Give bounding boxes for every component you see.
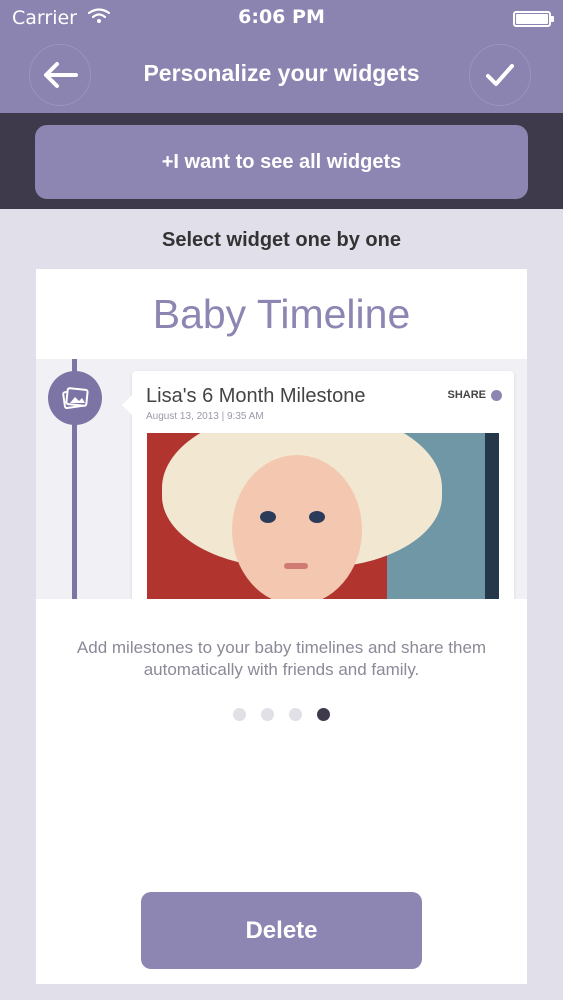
share-icon — [491, 389, 502, 401]
page-dot[interactable] — [289, 708, 302, 721]
widget-title: Baby Timeline — [152, 291, 411, 337]
page-dot[interactable] — [261, 708, 274, 721]
clock: 6:06 PM — [238, 6, 325, 28]
milestone-post: Lisa's 6 Month Milestone August 13, 2013… — [122, 371, 514, 599]
done-button[interactable] — [469, 44, 531, 106]
page-dot-active[interactable] — [317, 708, 330, 721]
share-link: SHARE — [447, 389, 502, 401]
widget-preview: Lisa's 6 Month Milestone August 13, 2013… — [36, 359, 527, 599]
screen: Carrier 6:06 PM Personalize your widgets — [0, 0, 563, 1000]
page-indicator — [36, 708, 527, 721]
checkmark-icon — [486, 64, 514, 86]
battery-icon — [513, 11, 554, 27]
widget-card: Baby Timeline Lisa's 6 Month Milestone A… — [36, 269, 527, 984]
see-all-widgets-button[interactable]: +I want to see all widgets — [35, 125, 528, 199]
baby-photo — [147, 433, 499, 599]
share-label: SHARE — [447, 389, 486, 401]
widget-description: Add milestones to your baby timelines an… — [76, 638, 487, 679]
photos-icon — [48, 371, 102, 425]
header: Carrier 6:06 PM Personalize your widgets — [0, 0, 563, 113]
status-bar: Carrier 6:06 PM — [0, 0, 563, 38]
post-date: August 13, 2013 | 9:35 AM — [146, 411, 264, 422]
delete-button[interactable]: Delete — [141, 892, 422, 969]
section-subtitle: Select widget one by one — [162, 229, 401, 251]
post-title: Lisa's 6 Month Milestone — [146, 385, 366, 407]
page-dot[interactable] — [233, 708, 246, 721]
